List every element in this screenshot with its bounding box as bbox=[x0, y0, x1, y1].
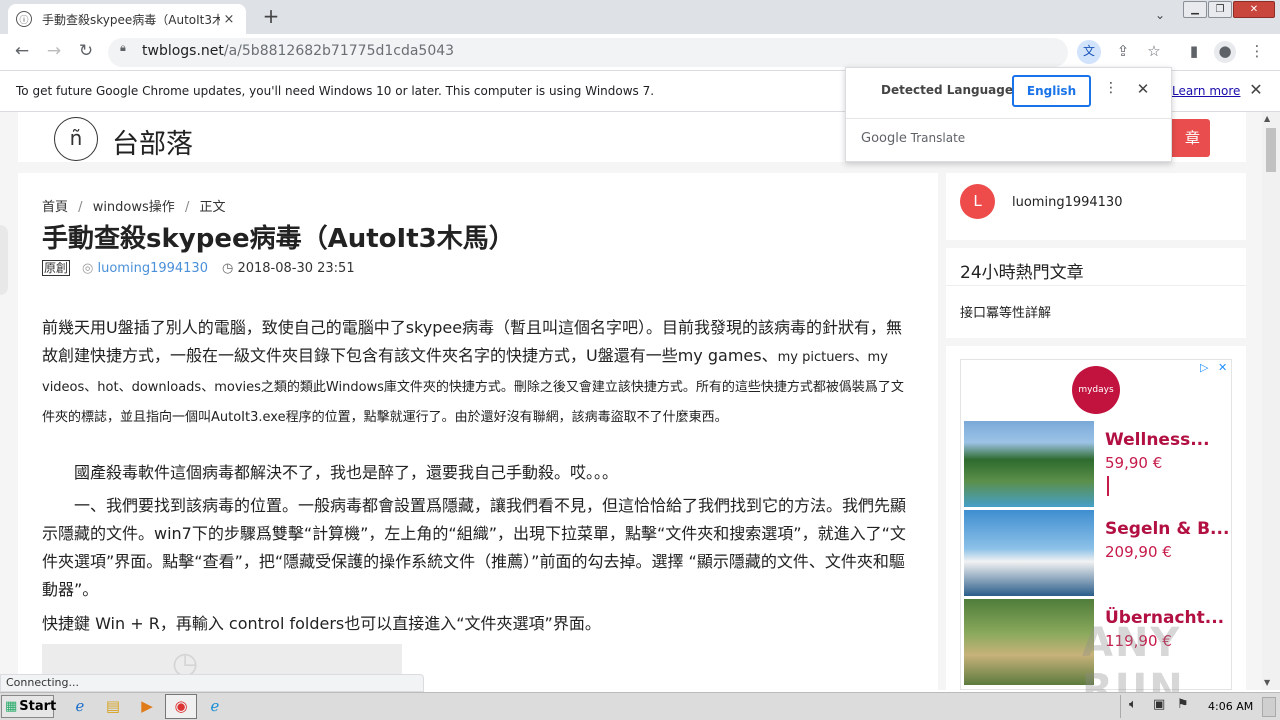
ad-item-name[interactable]: Segeln & B... bbox=[1105, 519, 1229, 539]
volume-icon[interactable]: 🔈︎ bbox=[1129, 697, 1137, 712]
learn-more-link[interactable]: Learn more bbox=[1172, 84, 1240, 98]
publish-date: 2018-08-30 23:51 bbox=[222, 261, 354, 276]
breadcrumb-separator: / bbox=[184, 200, 190, 215]
browser-window: ⓘ 手動查殺skypee病毒（AutoIt3木馬 × + ⌄ ▁ ❐ ✕ ← →… bbox=[0, 0, 1280, 720]
breadcrumb-current: 正文 bbox=[199, 200, 226, 215]
article-paragraph: 一、我們要找到該病毒的位置。一般病毒都會設置爲隱藏，讓我們看不見，但這恰恰給了我… bbox=[42, 496, 907, 599]
site-favicon-icon: ⓘ bbox=[16, 11, 32, 27]
divider bbox=[946, 285, 1246, 286]
breadcrumb-category[interactable]: windows操作 bbox=[93, 200, 175, 215]
site-name[interactable]: 台部落 bbox=[112, 122, 193, 161]
article-title: 手動查殺skypee病毒（AutoIt3木馬） bbox=[42, 224, 515, 254]
author-link[interactable]: luoming1994130 bbox=[82, 261, 208, 276]
paragraph-text: 前幾天用U盤插了別人的電腦，致使自己的電腦中了skypee病毒（暫且叫這個名字吧… bbox=[42, 318, 903, 365]
infobar-message: To get future Google Chrome updates, you… bbox=[16, 84, 655, 98]
article-paragraph: 國產殺毒軟件這個病毒都解決不了，我也是醉了，還要我自己手動殺。哎。。。 bbox=[42, 463, 619, 482]
left-edge-decoration bbox=[0, 225, 8, 295]
mydays-logo[interactable]: mydays bbox=[1072, 366, 1120, 414]
ad-item-price: 209,90 € bbox=[1105, 543, 1172, 561]
breadcrumb-separator: / bbox=[78, 200, 83, 215]
show-desktop-button[interactable] bbox=[1262, 697, 1276, 717]
english-tab[interactable]: English bbox=[1012, 75, 1091, 107]
ad-item-price: 59,90 € bbox=[1105, 454, 1163, 472]
bookmark-star-icon[interactable]: ☆ bbox=[1143, 41, 1165, 63]
scroll-down-icon[interactable]: ▼ bbox=[1264, 678, 1270, 687]
hot-articles-title: 24小時熱門文章 bbox=[960, 263, 1084, 283]
ad-item-name[interactable]: Wellness... bbox=[1105, 430, 1210, 450]
article-meta: 原創 luoming1994130 2018-08-30 23:51 bbox=[42, 260, 355, 276]
scroll-up-icon[interactable]: ▲ bbox=[1264, 114, 1270, 123]
chrome-taskbar-icon[interactable]: ◉ bbox=[165, 694, 197, 719]
network-icon[interactable]: ▣ bbox=[1153, 697, 1165, 712]
side-panel-icon[interactable]: ▮ bbox=[1183, 41, 1205, 63]
tab-title: 手動查殺skypee病毒（AutoIt3木馬 bbox=[42, 12, 220, 27]
tab-search-icon[interactable]: ⌄ bbox=[1150, 8, 1170, 26]
lock-icon[interactable]: 🔒︎ bbox=[120, 41, 132, 55]
text-cursor bbox=[1107, 476, 1109, 496]
ad-image-wellness[interactable] bbox=[964, 421, 1094, 507]
detected-language-tab[interactable]: Detected Language bbox=[881, 83, 1013, 97]
explorer-folder-icon[interactable]: ▤ bbox=[101, 696, 125, 718]
edge-icon[interactable]: ℯ bbox=[203, 696, 227, 718]
scrollbar-thumb[interactable] bbox=[1266, 128, 1276, 172]
new-tab-button[interactable]: + bbox=[260, 6, 282, 28]
translate-word: Translate bbox=[910, 131, 966, 145]
tab-close-icon[interactable]: × bbox=[220, 12, 238, 27]
url-path: /a/5b8812682b71775d1cda5043 bbox=[223, 43, 455, 59]
flag-icon[interactable]: ⚑ bbox=[1177, 697, 1189, 712]
site-logo-icon[interactable]: ñ bbox=[54, 117, 98, 161]
system-tray: 🔈︎ ▣ ⚑ bbox=[1120, 695, 1280, 718]
minimize-button[interactable]: ▁ bbox=[1183, 1, 1207, 18]
reload-icon[interactable]: ↻ bbox=[74, 40, 98, 64]
ad-close-icon[interactable]: ✕ bbox=[1218, 361, 1227, 374]
breadcrumb-home[interactable]: 首頁 bbox=[42, 200, 68, 215]
status-bubble: Connecting... bbox=[0, 674, 424, 692]
maximize-button[interactable]: ❐ bbox=[1208, 1, 1232, 18]
back-arrow-icon[interactable]: ← bbox=[10, 40, 34, 64]
translate-close-icon[interactable]: ✕ bbox=[1133, 80, 1153, 102]
close-window-button[interactable]: ✕ bbox=[1233, 1, 1275, 18]
translate-icon[interactable]: 文 bbox=[1077, 40, 1101, 64]
divider bbox=[846, 118, 1171, 119]
translate-menu-icon[interactable]: ⋮ bbox=[1103, 80, 1119, 102]
forward-arrow-icon[interactable]: → bbox=[42, 40, 66, 64]
browser-tab[interactable]: ⓘ 手動查殺skypee病毒（AutoIt3木馬 × bbox=[8, 4, 246, 34]
share-icon[interactable]: ⇪ bbox=[1112, 41, 1134, 63]
page-scrollbar[interactable] bbox=[1262, 112, 1280, 690]
article-paragraph: 前幾天用U盤插了別人的電腦，致使自己的電腦中了skypee病毒（暫且叫這個名字吧… bbox=[42, 314, 916, 432]
infobar-close-icon[interactable]: ✕ bbox=[1248, 80, 1264, 100]
ad-image-overnight[interactable] bbox=[964, 599, 1094, 685]
adchoices-icon[interactable]: ▷ bbox=[1200, 361, 1208, 374]
url-text[interactable]: twblogs.net/a/5b8812682b71775d1cda5043 bbox=[142, 43, 454, 59]
url-domain: twblogs.net bbox=[142, 43, 224, 59]
article-paragraph: 快捷鍵 Win + R，再輸入 control folders也可以直接進入“文… bbox=[42, 614, 601, 633]
hot-article-link[interactable]: 接口冪等性詳解 bbox=[960, 302, 1051, 321]
media-player-icon[interactable]: ▶ bbox=[135, 696, 159, 718]
breadcrumb: 首頁 / windows操作 / 正文 bbox=[42, 196, 231, 215]
google-word: Google bbox=[861, 131, 907, 146]
avatar[interactable]: L bbox=[960, 184, 995, 219]
translate-popup bbox=[845, 67, 1172, 162]
original-badge: 原創 bbox=[42, 260, 71, 276]
profile-icon[interactable]: ● bbox=[1214, 41, 1236, 63]
start-button[interactable]: Start bbox=[1, 695, 56, 718]
menu-kebab-icon[interactable]: ⋮ bbox=[1246, 41, 1268, 63]
ad-image-sailing[interactable] bbox=[964, 510, 1094, 596]
google-translate-brand: Google Translate bbox=[861, 131, 965, 146]
ie-icon[interactable]: ℯ bbox=[68, 696, 92, 718]
sidebar-username[interactable]: luoming1994130 bbox=[1012, 195, 1122, 210]
taskbar-clock[interactable]: 4:06 AM bbox=[1208, 700, 1253, 713]
